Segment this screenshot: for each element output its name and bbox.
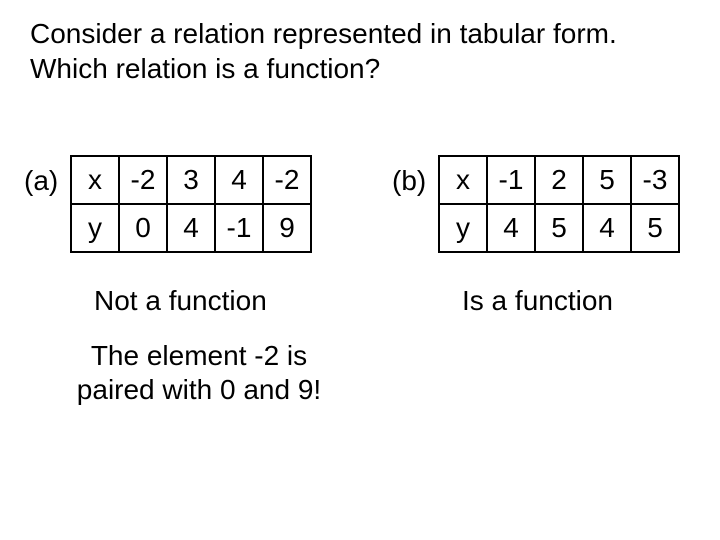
cell: -2 bbox=[119, 156, 167, 204]
cell: 2 bbox=[535, 156, 583, 204]
explain-a: The element -2 is paired with 0 and 9! bbox=[54, 339, 344, 406]
cell: 0 bbox=[119, 204, 167, 252]
cell: -3 bbox=[631, 156, 679, 204]
table-row: x -1 2 5 -3 bbox=[439, 156, 679, 204]
table-row: y 4 5 4 5 bbox=[439, 204, 679, 252]
table-a: x -2 3 4 -2 y 0 4 -1 9 bbox=[70, 155, 312, 253]
cell: 4 bbox=[487, 204, 535, 252]
cell: 5 bbox=[583, 156, 631, 204]
cell-head: x bbox=[439, 156, 487, 204]
table-row: x -2 3 4 -2 bbox=[71, 156, 311, 204]
cell: 9 bbox=[263, 204, 311, 252]
cell: 4 bbox=[583, 204, 631, 252]
cell-head: y bbox=[71, 204, 119, 252]
table-row: y 0 4 -1 9 bbox=[71, 204, 311, 252]
cell: 3 bbox=[167, 156, 215, 204]
verdict-b: Is a function bbox=[462, 285, 613, 317]
cell-head: y bbox=[439, 204, 487, 252]
cell-head: x bbox=[71, 156, 119, 204]
cell: 5 bbox=[631, 204, 679, 252]
cell: -1 bbox=[215, 204, 263, 252]
verdict-a: Not a function bbox=[94, 285, 267, 317]
part-a-label: (a) bbox=[24, 165, 58, 197]
cell: -1 bbox=[487, 156, 535, 204]
cell: 4 bbox=[215, 156, 263, 204]
cell: 5 bbox=[535, 204, 583, 252]
question-text: Consider a relation represented in tabul… bbox=[30, 16, 670, 86]
cell: -2 bbox=[263, 156, 311, 204]
slide: Consider a relation represented in tabul… bbox=[0, 0, 720, 540]
part-b-label: (b) bbox=[392, 165, 426, 197]
table-b: x -1 2 5 -3 y 4 5 4 5 bbox=[438, 155, 680, 253]
cell: 4 bbox=[167, 204, 215, 252]
